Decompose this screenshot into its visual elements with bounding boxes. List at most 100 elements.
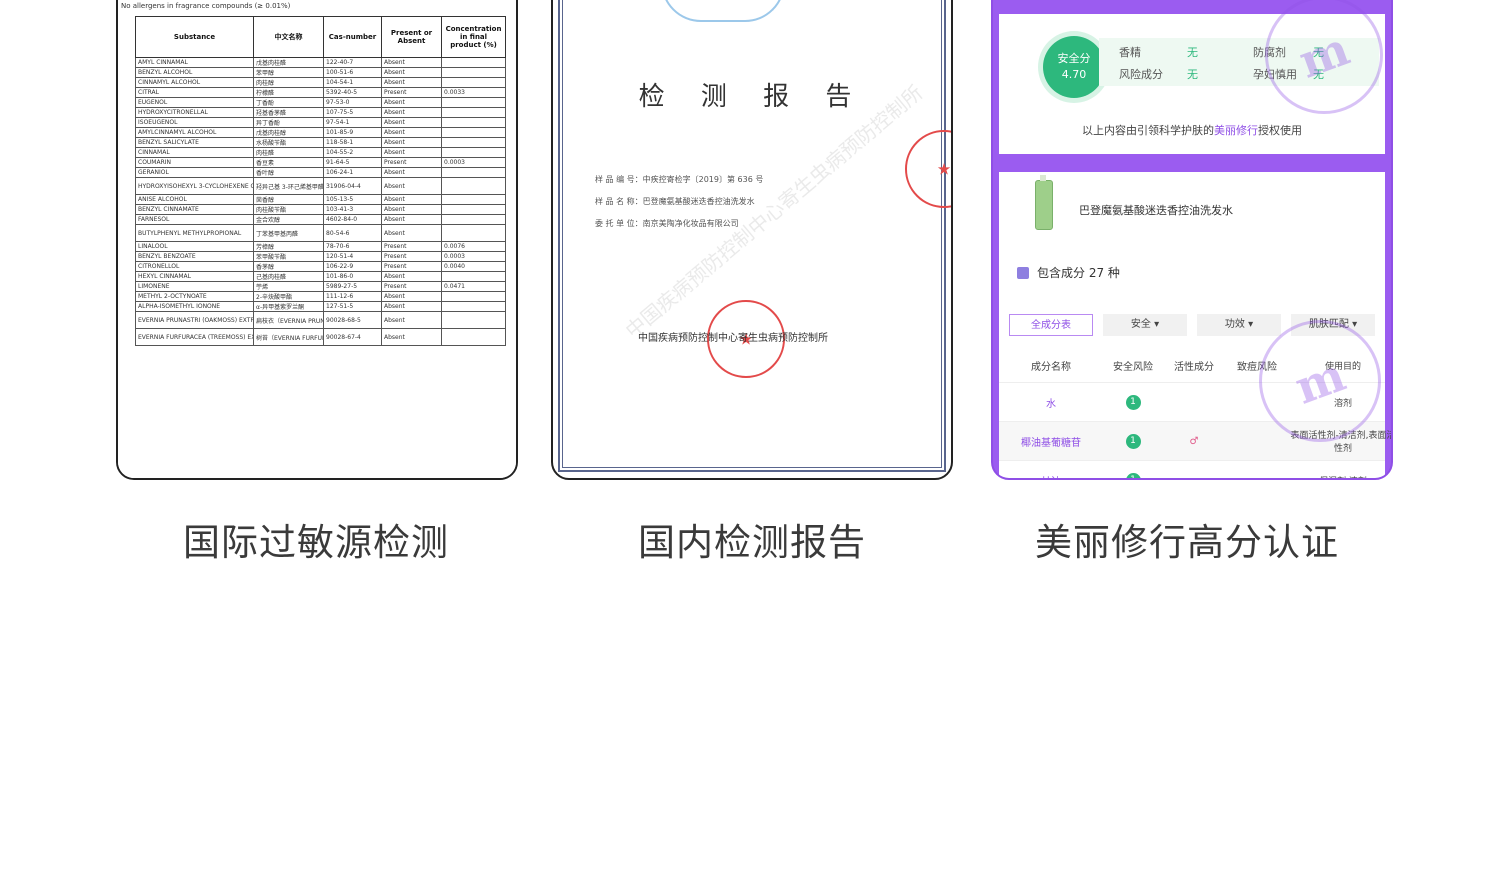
domestic-report-card: CNAS 中国疾病预防控制中心寄生虫病预防控制所 检 测 报 告 样 品 编 号…: [551, 0, 953, 480]
allergen-cell: ANISE ALCOHOL: [135, 194, 254, 205]
authorization-note: 以上内容由引领科学护肤的美丽修行授权使用: [999, 122, 1385, 138]
purpose-cell: 保湿剂,溶剂: [1289, 461, 1391, 479]
info-value-fragrance: 无: [1187, 46, 1198, 59]
allergen-cell: Absent: [381, 301, 442, 312]
allergen-cell: CITRONELLOL: [135, 261, 254, 272]
allergen-cell: CINNAMYL ALCOHOL: [135, 77, 254, 88]
safety-dot: 1: [1125, 472, 1141, 478]
allergen-cell: 104-55-2: [323, 147, 382, 158]
safety-cell: 1: [1103, 461, 1163, 478]
filter-all-ingredients[interactable]: 全成分表: [1009, 314, 1093, 336]
allergen-cell: [441, 194, 506, 205]
allergen-row: BENZYL ALCOHOL 苯甲醇 100-51-6 Absent: [135, 67, 506, 78]
info-label-fragrance: 香精: [1119, 46, 1141, 59]
allergen-header-text: No allergens in fragrance compounds (≥ 0…: [121, 2, 291, 10]
allergen-cell: 异丁香酚: [253, 117, 324, 128]
allergen-cell: Absent: [381, 57, 442, 68]
report-title: 检 测 报 告: [638, 82, 866, 112]
allergen-cell: Absent: [381, 271, 442, 282]
header-name: 成分名称: [1031, 361, 1071, 373]
safety-score-badge: 安全分 4.70: [1043, 36, 1105, 98]
allergen-cell: EUGENOL: [135, 97, 254, 108]
allergen-cell: [441, 301, 506, 312]
allergen-cell: [441, 214, 506, 225]
allergen-cell: Absent: [381, 224, 442, 242]
allergen-row: ANISE ALCOHOL 茴香醇 105-13-5 Absent: [135, 194, 506, 205]
allergen-row: COUMARIN 香豆素 91-64-5 Present 0.0003: [135, 157, 506, 168]
allergen-cell: BENZYL ALCOHOL: [135, 67, 254, 78]
allergen-cell: Absent: [381, 127, 442, 138]
allergen-cell: [441, 127, 506, 138]
allergen-cell: [441, 147, 506, 158]
allergen-cell: 122-40-7: [323, 57, 382, 68]
ingredient-name[interactable]: 甘油: [999, 461, 1103, 479]
allergen-cell: 肉桂醛: [253, 147, 324, 158]
allergen-cell: 2-辛炔酸甲酯: [253, 291, 324, 302]
allergen-cell: 90028-68-5: [323, 311, 382, 329]
allergen-cell: 100-51-6: [323, 67, 382, 78]
caption-domestic-report: 国内检测报告: [638, 521, 866, 564]
allergen-cell: [441, 57, 506, 68]
acne-cell: [1225, 461, 1289, 478]
allergen-cell: HYDROXYISOHEXYL 3-CYCLOHEXENE CARBOXALDE…: [135, 177, 254, 195]
allergen-cell: [441, 117, 506, 128]
ingredient-count: 包含成分 27 种: [1017, 264, 1120, 281]
allergen-cell: 103-41-3: [323, 204, 382, 215]
card-footer: [118, 446, 516, 478]
allergen-cell: Present: [381, 281, 442, 292]
allergen-cell: [441, 328, 506, 346]
allergen-cell: 肉桂酸苄酯: [253, 204, 324, 215]
ingredient-name[interactable]: 水: [999, 383, 1103, 421]
allergen-cell: Absent: [381, 177, 442, 195]
ingredient-count-text: 包含成分 27 种: [1037, 266, 1120, 280]
header-safety: 安全风险: [1113, 361, 1153, 373]
allergen-cell: BUTYLPHENYL METHYLPROPIONAL: [135, 224, 254, 242]
allergen-row: FARNESOL 金合欢醇 4602-84-0 Absent: [135, 214, 506, 225]
allergen-cell: Absent: [381, 204, 442, 215]
filter-efficacy[interactable]: 功效 ▾: [1197, 314, 1281, 336]
allergen-row: LINALOOL 芳樟醇 78-70-6 Present 0.0076: [135, 241, 506, 252]
allergen-row: EVERNIA FURFURACEA (TREEMOSS) EXTRACT树苔（…: [135, 328, 506, 346]
allergen-cell: 香叶醇: [253, 167, 324, 178]
allergen-cell: [441, 204, 506, 215]
allergen-cell: 101-86-0: [323, 271, 382, 282]
info-value-risk: 无: [1187, 68, 1198, 81]
allergen-cell: 0.0033: [441, 87, 506, 98]
allergen-cell: 105-13-5: [323, 194, 382, 205]
table-row[interactable]: 甘油 1 保湿剂,溶剂: [999, 461, 1385, 479]
allergen-cell: 苧烯: [253, 281, 324, 292]
allergen-cell: 91-64-5: [323, 157, 382, 168]
allergen-cell: 0.0471: [441, 281, 506, 292]
allergen-cell: ISOEUGENOL: [135, 117, 254, 128]
allergen-cell: [441, 177, 506, 195]
allergen-cell: 丁香酚: [253, 97, 324, 108]
allergen-cell: 97-53-0: [323, 97, 382, 108]
info-label-risk: 风险成分: [1119, 68, 1163, 81]
allergen-row: CINNAMYL ALCOHOL 肉桂醇 104-54-1 Absent: [135, 77, 506, 88]
allergen-cell: 0.0003: [441, 251, 506, 262]
allergen-cell: 树苔（EVERNIA FURFURACEA）提取物: [253, 328, 324, 346]
report-sample-number: 样 品 编 号：中疾控寄检字〔2019〕第 636 号: [595, 175, 764, 184]
allergen-cell: 戊基肉桂醇: [253, 127, 324, 138]
allergen-cell: 104-54-1: [323, 77, 382, 88]
allergen-row: BENZYL CINNAMATE 肉桂酸苄酯 103-41-3 Absent: [135, 204, 506, 215]
allergen-cell: Absent: [381, 214, 442, 225]
allergen-row: EVERNIA PRUNASTRI (OAKMOSS) EXTRACT 扁枝衣（E…: [135, 311, 506, 329]
allergen-row: ISOEUGENOL 异丁香酚 97-54-1 Absent: [135, 117, 506, 128]
allergen-row: METHYL 2-OCTYNOATE 2-辛炔酸甲酯 111-12-6 Absent: [135, 291, 506, 302]
allergen-cell: Absent: [381, 107, 442, 118]
allergen-cell: ALPHA-ISOMETHYL IONONE: [135, 301, 254, 312]
filter-safety[interactable]: 安全 ▾: [1103, 314, 1187, 336]
allergen-col-header: Cas-number: [323, 16, 382, 58]
allergen-cell: 苯甲酸苄酯: [253, 251, 324, 262]
allergen-cell: HYDROXYCITRONELLAL: [135, 107, 254, 118]
allergen-cell: Absent: [381, 77, 442, 88]
safety-dot: 1: [1125, 433, 1141, 449]
allergen-cell: 97-54-1: [323, 117, 382, 128]
allergen-cell: Present: [381, 261, 442, 272]
ingredient-name[interactable]: 椰油基葡糖苷: [999, 422, 1103, 460]
allergen-cell: [441, 137, 506, 148]
allergen-cell: Present: [381, 87, 442, 98]
allergen-col-header: Concentration in final product (%): [441, 16, 506, 58]
note-brand-link[interactable]: 美丽修行: [1214, 124, 1258, 137]
